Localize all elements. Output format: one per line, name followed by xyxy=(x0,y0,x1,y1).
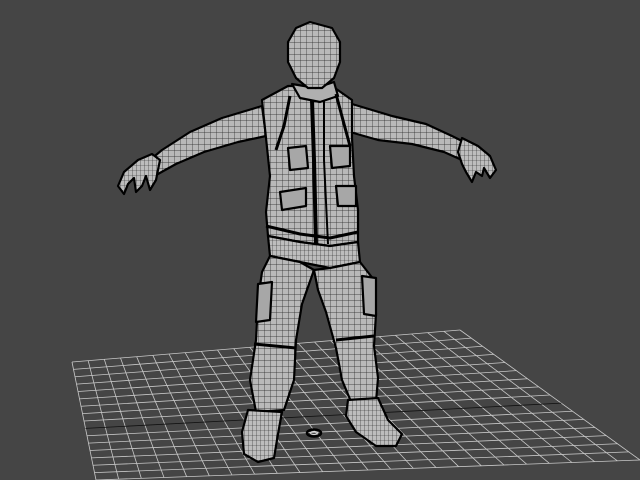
right-hand xyxy=(456,136,498,184)
lower-pocket-right xyxy=(334,184,358,208)
cargo-pocket-left xyxy=(254,280,274,324)
cargo-pocket-right xyxy=(360,274,378,318)
head xyxy=(286,20,342,90)
left-hand xyxy=(116,152,162,196)
viewport-canvas[interactable] xyxy=(0,0,640,480)
left-boot xyxy=(240,408,284,464)
left-arm xyxy=(116,104,268,196)
grid-line xyxy=(79,370,517,400)
3d-viewport[interactable] xyxy=(0,0,640,480)
grid-line xyxy=(95,459,640,480)
torso-jacket xyxy=(260,80,360,248)
chest-pocket-right xyxy=(328,144,352,170)
right-arm xyxy=(348,102,498,184)
chest-pocket-left xyxy=(286,144,310,172)
pivot-gizmo-icon[interactable] xyxy=(305,428,323,438)
left-leg xyxy=(240,254,316,464)
lower-pocket-left xyxy=(278,186,308,212)
